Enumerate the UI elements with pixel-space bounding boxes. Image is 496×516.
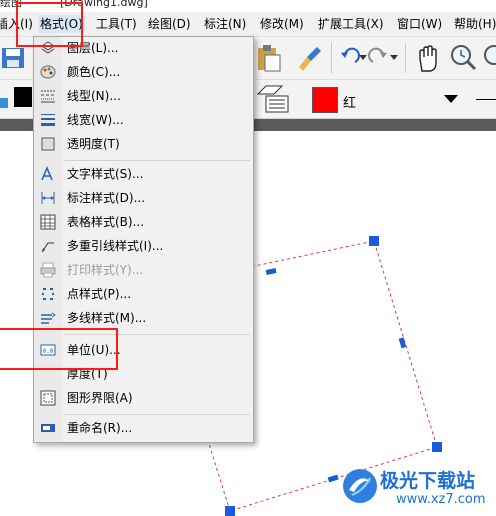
match-properties-icon[interactable] [293,43,323,73]
menu-window[interactable]: 窗口(W) [395,15,444,33]
menu-item-label: 颜色(C)... [67,65,121,79]
table-style-icon [40,214,56,230]
transparency-icon [41,137,55,151]
rename-icon [41,424,55,432]
menu-item-point-style[interactable]: 点样式(P)... [34,283,253,305]
grip-point[interactable] [369,236,379,246]
color-control-label[interactable]: 红 [343,92,356,111]
redo-icon[interactable] [368,47,390,69]
format-menu: 图层(L)... 颜色(C)... 线型(N)... 线宽(W)... 透明度(… [33,36,254,443]
menu-modify[interactable]: 修改(M) [258,15,306,33]
multiline-style-icon [41,312,56,324]
watermark-brand: 极光下载站 [380,470,476,492]
lineweight-icon [41,114,55,126]
menu-separator [64,160,250,161]
menu-item-lineweight[interactable]: 线宽(W)... [34,109,253,131]
menu-item-label: 标注样式(D)... [67,191,146,205]
linetype-control[interactable] [476,99,496,100]
highlight-format-menu [16,2,83,47]
grip-point[interactable] [225,506,235,516]
redo-dropdown-icon[interactable] [390,55,398,61]
watermark-logo-icon [343,469,377,503]
watermark: 极光下载站 www.xz7.com [338,462,496,516]
menu-item-table-style[interactable]: 表格样式(B)... [34,211,253,233]
text-style-icon [41,166,53,181]
menu-help[interactable]: 帮助(H) [452,15,496,33]
menu-tools[interactable]: 工具(T) [94,15,139,33]
pan-hand-icon[interactable] [414,43,442,73]
menu-item-plot-style: 打印样式(Y)... [34,259,253,281]
undo-dropdown-icon[interactable] [359,55,367,61]
zoom-realtime-icon[interactable] [449,43,479,73]
menu-separator [64,414,250,415]
paste-icon[interactable] [253,43,283,73]
highlight-units-item [0,328,118,370]
menu-item-label: 线型(N)... [67,89,121,103]
menu-item-label: 打印样式(Y)... [67,263,144,277]
menu-item-label: 重命名(R)... [67,421,133,435]
undo-icon[interactable] [338,47,360,69]
menu-item-transparency[interactable]: 透明度(T) [34,133,253,155]
menu-item-linetype[interactable]: 线型(N)... [34,85,253,107]
zoom-window-icon[interactable] [482,43,496,73]
save-icon[interactable] [0,45,28,71]
plot-style-icon [40,262,56,278]
grip-midpoint[interactable] [327,474,339,483]
menu-item-drawing-limits[interactable]: 图形界限(A) [34,387,253,409]
menu-dimension[interactable]: 标注(N) [202,15,248,33]
current-color-swatch[interactable] [14,87,32,107]
grip-midpoint[interactable] [265,268,277,275]
menu-item-rename[interactable]: 重命名(R)... [34,417,253,439]
menu-item-multiline-style[interactable]: 多线样式(M)... [34,307,253,329]
color-palette-icon [40,65,56,79]
dimension-style-icon [41,192,55,204]
multileader-style-icon [41,242,54,253]
menu-item-label: 文字样式(S)... [67,167,144,181]
menu-item-label: 图形界限(A) [67,391,133,405]
menu-item-label: 线宽(W)... [67,113,124,127]
linetype-icon [41,90,55,103]
point-style-icon [42,288,54,300]
menu-item-label: 透明度(T) [67,137,120,151]
grip-point[interactable] [432,442,442,452]
watermark-url: www.xz7.com [396,492,486,507]
color-dropdown-icon[interactable] [444,95,458,103]
menu-item-label: 表格样式(B)... [67,215,145,229]
layer-properties-icon[interactable] [256,84,292,114]
menu-item-dimension-style[interactable]: 标注样式(D)... [34,187,253,209]
menu-draw[interactable]: 绘图(D) [146,15,193,33]
menu-item-label: 点样式(P)... [67,287,132,301]
drawing-limits-icon [40,390,56,406]
menu-item-text-style[interactable]: 文字样式(S)... [34,163,253,185]
menu-item-color[interactable]: 颜色(C)... [34,61,253,83]
menu-item-multileader-style[interactable]: 多重引线样式(I)... [34,235,253,257]
color-control-swatch[interactable] [312,87,338,113]
menu-item-label: 多重引线样式(I)... [67,239,164,253]
grip-midpoint[interactable] [398,337,407,349]
layer-state-icon[interactable] [0,98,8,108]
menu-item-label: 多线样式(M)... [67,311,147,325]
menu-extend-tools[interactable]: 扩展工具(X) [316,15,386,33]
